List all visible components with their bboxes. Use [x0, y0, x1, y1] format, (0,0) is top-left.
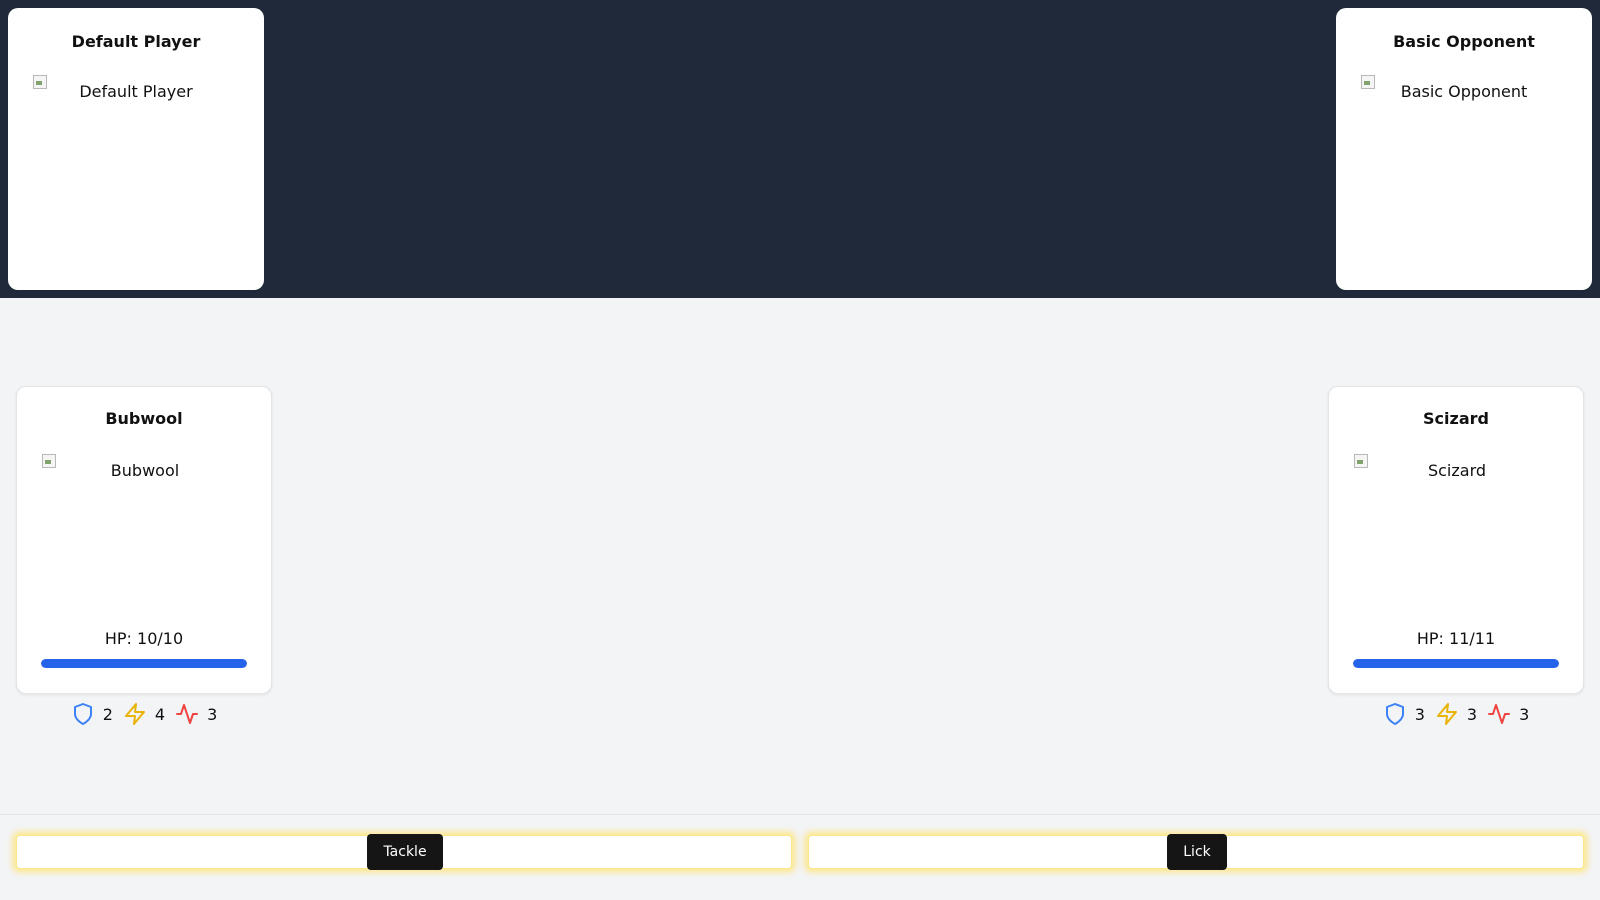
broken-image-icon: [1353, 453, 1369, 469]
defense-value: 2: [102, 704, 113, 724]
opponent-image-alt: Basic Opponent: [1400, 82, 1528, 101]
opponent-monster-hp-fill: [1353, 659, 1559, 668]
move-slot-1[interactable]: Tackle: [16, 834, 792, 870]
opponent-name: Basic Opponent: [1393, 32, 1535, 51]
opponent-card: Basic Opponent Basic Opponent: [1336, 8, 1592, 290]
shield-icon: [73, 703, 92, 725]
opponent-monster-hp-bar: [1353, 659, 1559, 668]
opponent-image: Basic Opponent: [1360, 74, 1568, 224]
broken-image-icon: [1360, 74, 1376, 90]
player-monster-name: Bubwool: [105, 409, 183, 428]
defense-stat: 2: [71, 702, 113, 726]
speed-stat: 4: [123, 702, 165, 726]
opponent-monster-card: Scizard Scizard HP: 11/11: [1328, 386, 1584, 694]
broken-image-icon: [32, 74, 48, 90]
speed-stat: 3: [1435, 702, 1477, 726]
pulse-icon: [1488, 704, 1511, 724]
health-stat: 3: [175, 702, 217, 726]
pulse-icon: [176, 704, 199, 724]
opponent-monster-hp-text: HP: 11/11: [1416, 629, 1496, 648]
player-monster-hp-bar: [41, 659, 247, 668]
player-name: Default Player: [71, 32, 201, 51]
player-monster-image-alt: Bubwool: [110, 461, 180, 480]
speed-value: 4: [154, 704, 166, 724]
player-monster-stats: 2 4 3: [16, 702, 272, 726]
speed-value: 3: [1466, 704, 1478, 724]
health-stat: 3: [1487, 702, 1529, 726]
shield-icon: [1385, 703, 1404, 725]
move-bar: Tackle Lick: [0, 814, 1600, 900]
health-value: 3: [207, 704, 218, 724]
move-button-tackle[interactable]: Tackle: [367, 834, 443, 870]
player-monster-hp-fill: [41, 659, 247, 668]
opponent-monster-image-alt: Scizard: [1427, 461, 1487, 480]
opponent-monster-image: Scizard: [1353, 453, 1561, 603]
defense-value: 3: [1414, 704, 1425, 724]
move-slot-2[interactable]: Lick: [808, 834, 1584, 870]
opponent-monster-stats: 3 3 3: [1328, 702, 1584, 726]
opponent-monster-name: Scizard: [1423, 409, 1489, 428]
top-header: Default Player Default Player Basic Oppo…: [0, 0, 1600, 298]
zap-icon: [124, 703, 145, 725]
player-image-alt: Default Player: [79, 82, 193, 101]
player-monster-image: Bubwool: [41, 453, 249, 603]
player-monster-card: Bubwool Bubwool HP: 10/10: [16, 386, 272, 694]
zap-icon: [1436, 703, 1457, 725]
player-image: Default Player: [32, 74, 240, 224]
health-value: 3: [1519, 704, 1530, 724]
move-button-lick[interactable]: Lick: [1167, 834, 1227, 870]
broken-image-icon: [41, 453, 57, 469]
player-monster-hp-text: HP: 10/10: [104, 629, 184, 648]
defense-stat: 3: [1383, 702, 1425, 726]
player-card: Default Player Default Player: [8, 8, 264, 290]
